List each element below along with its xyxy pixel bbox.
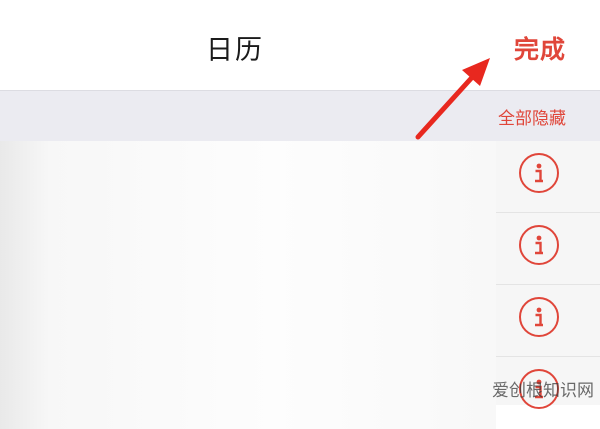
watermark: 爱创根知识网 <box>492 381 594 401</box>
annotation-arrow <box>415 58 490 140</box>
